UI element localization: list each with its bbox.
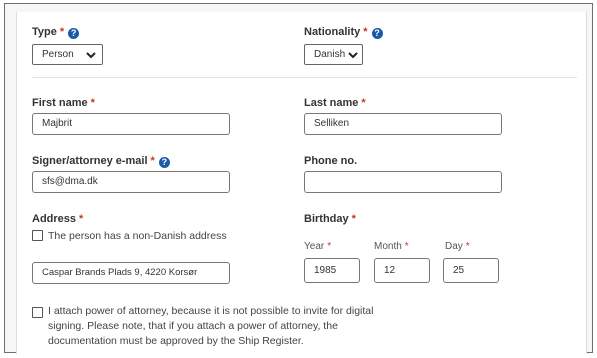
required-mark: * <box>465 241 470 252</box>
email-input[interactable]: sfs@dma.dk <box>32 171 230 193</box>
birthday-label: Birthday * <box>304 213 356 225</box>
first-name-input[interactable]: Majbrit <box>32 113 230 135</box>
required-mark: * <box>351 213 356 225</box>
required-mark: * <box>90 97 95 109</box>
type-select[interactable]: Person <box>32 44 103 65</box>
power-of-attorney-label[interactable]: I attach power of attorney, because it i… <box>48 304 398 349</box>
month-label-text: Month <box>374 241 402 252</box>
question-circle-icon[interactable]: ? <box>158 157 170 168</box>
nationality-select[interactable]: Danish <box>304 44 363 65</box>
required-mark: * <box>363 26 368 38</box>
address-label: Address * <box>32 213 83 225</box>
required-mark: * <box>327 241 332 252</box>
first-name-label-text: First name <box>32 97 88 109</box>
power-of-attorney-line: signing. Please note, that if you attach… <box>48 320 338 332</box>
phone-input[interactable] <box>304 171 502 193</box>
day-label: Day * <box>445 241 470 252</box>
year-label-text: Year <box>304 241 325 252</box>
section-divider <box>32 77 577 78</box>
address-label-text: Address <box>32 213 77 225</box>
month-label: Month * <box>374 241 409 252</box>
birthday-month-input[interactable]: 12 <box>374 258 430 283</box>
non-danish-address-checkbox[interactable] <box>32 230 43 241</box>
last-name-label-text: Last name <box>304 97 359 109</box>
power-of-attorney-line: I attach power of attorney, because it i… <box>48 305 374 317</box>
day-label-text: Day <box>445 241 463 252</box>
birthday-label-text: Birthday <box>304 213 349 225</box>
power-of-attorney-line: documentation must be approved by the Sh… <box>48 335 304 347</box>
type-label-text: Type <box>32 26 57 38</box>
nationality-label-text: Nationality <box>304 26 361 38</box>
type-label: Type *? <box>32 26 80 39</box>
type-select-value: Person <box>42 49 74 60</box>
chevron-down-icon <box>86 52 96 59</box>
email-label: Signer/attorney e-mail *? <box>32 155 170 168</box>
power-of-attorney-checkbox[interactable] <box>32 307 43 318</box>
last-name-label: Last name * <box>304 97 366 109</box>
required-mark: * <box>404 241 409 252</box>
birthday-day-input[interactable]: 25 <box>443 258 499 283</box>
required-mark: * <box>361 97 366 109</box>
non-danish-address-label[interactable]: The person has a non-Danish address <box>48 230 227 242</box>
nationality-select-value: Danish <box>314 49 346 60</box>
question-circle-icon[interactable]: ? <box>371 28 383 39</box>
required-mark: * <box>150 155 155 167</box>
nationality-label: Nationality *? <box>304 26 383 39</box>
person-form-panel: Type *? Person Nationality *? Danish First… <box>16 12 587 354</box>
chevron-down-icon <box>348 52 358 59</box>
first-name-label: First name * <box>32 97 95 109</box>
email-label-text: Signer/attorney e-mail <box>32 155 148 167</box>
birthday-year-input[interactable]: 1985 <box>304 258 360 283</box>
required-mark: * <box>79 213 84 225</box>
last-name-input[interactable]: Selliken <box>304 113 502 135</box>
form-frame: Type *? Person Nationality *? Danish First… <box>4 3 593 354</box>
year-label: Year * <box>304 241 331 252</box>
phone-label-text: Phone no. <box>304 155 358 167</box>
required-mark: * <box>59 26 65 38</box>
address-input[interactable]: Caspar Brands Plads 9, 4220 Korsør <box>32 262 230 284</box>
question-circle-icon[interactable]: ? <box>68 28 80 39</box>
phone-label: Phone no. <box>304 155 357 167</box>
